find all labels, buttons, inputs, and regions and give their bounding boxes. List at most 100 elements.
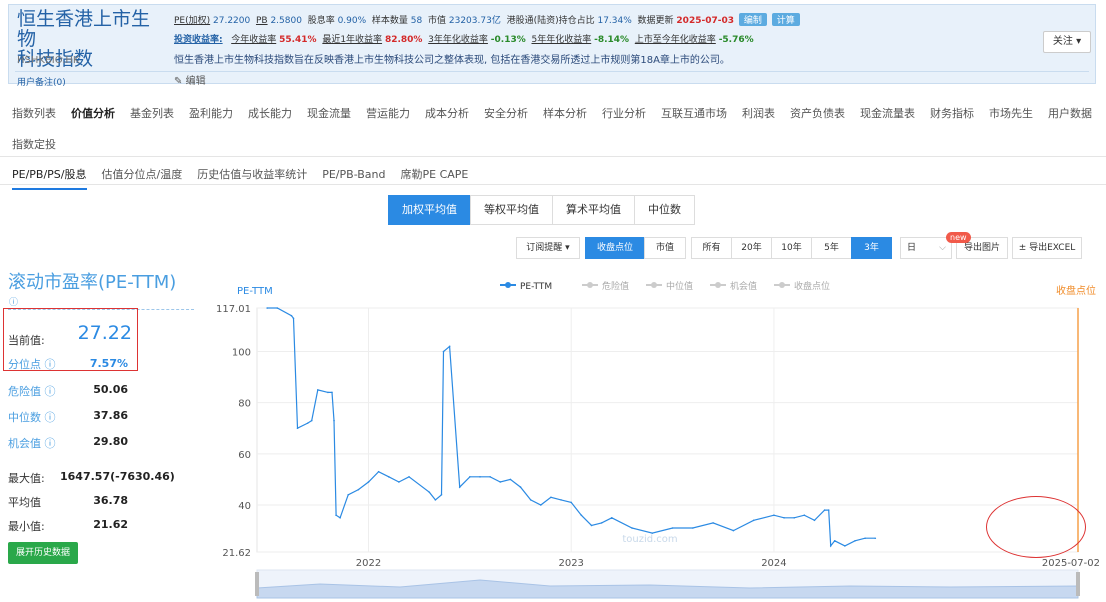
pe-ttm-chart[interactable]: 117.01 100 80 60 40 21.62 2022 2023 2024 2025-07-… xyxy=(200,270,1106,602)
legend-label: 中位值 xyxy=(666,280,693,292)
average-method-tabs: 加权平均值 等权平均值 算术平均值 中位数 xyxy=(388,195,695,225)
subnav-item[interactable]: 历史估值与收益率统计 xyxy=(197,168,307,181)
nav-item[interactable]: 成本分析 xyxy=(425,107,469,120)
min-label: 最小值: xyxy=(8,520,45,533)
range-button[interactable]: 5年 xyxy=(811,237,852,259)
sub-nav: PE/PB/PS/股息 估值分位点/温度 历史估值与收益率统计 PE/PB-Band 席… xyxy=(12,166,483,190)
pe-ttm-point xyxy=(266,307,268,309)
stat-pe-value: 27.2200 xyxy=(213,16,251,26)
edit-label: 编辑 xyxy=(185,76,206,87)
nav-item[interactable]: 成长能力 xyxy=(248,107,292,120)
y-tick-label: 40 xyxy=(238,501,251,512)
follow-button[interactable]: 关注 ▾ xyxy=(1043,31,1091,53)
subscribe-dropdown[interactable]: 订阅提醒 ▾ xyxy=(516,237,580,259)
current-label: 当前值: xyxy=(8,334,45,347)
pe-ttm-point xyxy=(327,391,329,394)
stat-pb-value: 2.5800 xyxy=(270,16,302,26)
nav-item[interactable]: 用户数据 xyxy=(1048,107,1092,120)
nav-item[interactable]: 样本分析 xyxy=(543,107,587,120)
nav-item[interactable]: 基金列表 xyxy=(130,107,174,120)
subnav-item[interactable]: PE/PB/PS/股息 xyxy=(12,168,87,190)
pe-ttm-point xyxy=(752,519,755,522)
subnav-item[interactable]: PE/PB-Band xyxy=(322,168,385,181)
average-method-tab[interactable]: 加权平均值 xyxy=(388,195,471,225)
expand-history-button[interactable]: 展开历史数据 xyxy=(8,542,78,564)
help-icon[interactable]: ⓘ xyxy=(9,295,18,308)
nav-item[interactable]: 行业分析 xyxy=(602,107,646,120)
range-button[interactable]: 3年 xyxy=(851,237,892,259)
danger-label-text: 危险值 xyxy=(8,385,41,398)
nav-item-auto-invest[interactable]: 指数定投 xyxy=(12,136,56,152)
average-method-tab[interactable]: 算术平均值 xyxy=(552,195,635,225)
help-icon[interactable]: ⓘ xyxy=(45,385,56,398)
return-inception-value: -5.76% xyxy=(718,35,754,45)
pe-ttm-point xyxy=(823,509,826,511)
update-label: 数据更新 xyxy=(637,16,674,26)
return-1y-label: 最近1年收益率 xyxy=(322,35,383,45)
pe-ttm-point xyxy=(331,391,333,394)
nav-item[interactable]: 现金流量表 xyxy=(860,107,915,120)
pe-ttm-point xyxy=(442,350,445,353)
export-excel-button[interactable]: ± 导出EXCEL xyxy=(1012,237,1082,259)
nav-item[interactable]: 市场先生 xyxy=(989,107,1033,120)
stat-pb-label[interactable]: PB xyxy=(256,16,268,26)
returns-row: 投资收益率: 今年收益率 55.41% 最近1年收益率 82.80% 3年年化收… xyxy=(174,32,754,45)
x-tick-label: 2022 xyxy=(356,558,381,569)
percentile-label[interactable]: 分位点 ⓘ xyxy=(8,356,56,372)
nav-item[interactable]: 价值分析 xyxy=(71,107,115,120)
nav-item[interactable]: 资产负债表 xyxy=(790,107,845,120)
legend-marker xyxy=(779,282,785,288)
current-value: 27.22 xyxy=(77,322,132,344)
edit-link[interactable]: ✎ 编辑 xyxy=(174,72,206,87)
nav-item[interactable]: 营运能力 xyxy=(366,107,410,120)
edit-icon: ✎ xyxy=(174,76,183,87)
user-note-link[interactable]: 用户备注(0) xyxy=(17,75,66,88)
legend-marker xyxy=(715,282,721,288)
close-price-toggle[interactable]: 收盘点位 xyxy=(585,237,645,259)
stat-connect-value: 17.34% xyxy=(597,16,632,26)
compile-tag[interactable]: 编制 xyxy=(738,13,767,26)
help-icon[interactable]: ⓘ xyxy=(45,411,56,424)
return-5y-value: -8.14% xyxy=(594,35,630,45)
pe-ttm-point xyxy=(833,539,836,542)
pe-ttm-point xyxy=(610,516,613,519)
y-tick-label: 21.62 xyxy=(222,548,251,559)
pe-ttm-point xyxy=(864,537,866,540)
pe-ttm-point xyxy=(560,499,562,501)
pe-ttm-point xyxy=(317,389,319,391)
pe-ttm-point xyxy=(829,545,832,547)
stat-dividend-value: 0.90% xyxy=(337,16,367,26)
market-cap-toggle[interactable]: 市值 xyxy=(644,237,686,259)
median-label[interactable]: 中位数 ⓘ xyxy=(8,409,56,425)
nav-item[interactable]: 安全分析 xyxy=(484,107,528,120)
metric-title: 滚动市盈率(PE-TTM) xyxy=(8,272,177,293)
pe-ttm-point xyxy=(306,422,309,424)
return-ytd-value: 55.41% xyxy=(279,35,317,45)
average-method-tab[interactable]: 中位数 xyxy=(634,195,695,225)
pe-ttm-point xyxy=(469,476,471,478)
calc-tag[interactable]: 计算 xyxy=(771,13,800,26)
help-icon[interactable]: ⓘ xyxy=(45,437,56,450)
chance-label[interactable]: 机会值 ⓘ xyxy=(8,435,56,451)
subnav-item[interactable]: 席勒PE CAPE xyxy=(401,168,469,181)
nav-item[interactable]: 利润表 xyxy=(742,107,775,120)
nav-item[interactable]: 财务指标 xyxy=(930,107,974,120)
average-method-tab[interactable]: 等权平均值 xyxy=(470,195,553,225)
stat-pe-label[interactable]: PE(加权) xyxy=(174,16,210,26)
period-select[interactable]: 日 ⌵ xyxy=(900,237,952,259)
nav-item[interactable]: 指数列表 xyxy=(12,107,56,120)
period-value: 日 xyxy=(907,243,917,253)
nav-item[interactable]: 盈利能力 xyxy=(189,107,233,120)
range-button[interactable]: 10年 xyxy=(771,237,812,259)
nav-item[interactable]: 互联互通市场 xyxy=(661,107,727,120)
nav-item[interactable]: 现金流量 xyxy=(307,107,351,120)
subnav-item[interactable]: 估值分位点/温度 xyxy=(102,168,183,181)
pe-ttm-point xyxy=(434,499,437,501)
help-icon[interactable]: ⓘ xyxy=(45,358,56,371)
range-button[interactable]: 所有 xyxy=(691,237,732,259)
return-5y-label: 5年年化收益率 xyxy=(531,35,592,45)
pe-ttm-point xyxy=(440,493,443,496)
index-title-line1: 恒生香港上市生物 xyxy=(17,8,151,50)
range-button[interactable]: 20年 xyxy=(731,237,772,259)
danger-label[interactable]: 危险值 ⓘ xyxy=(8,383,56,399)
